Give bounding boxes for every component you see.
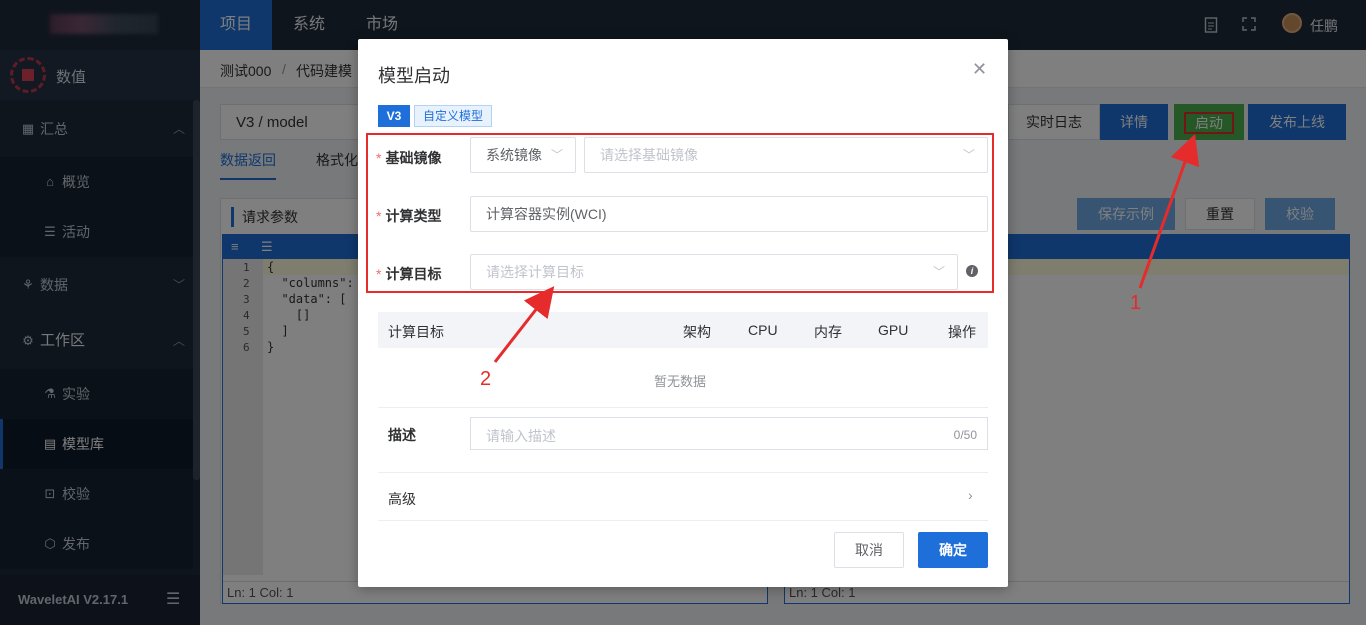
compute-target-table-header: 计算目标 架构 CPU 内存 GPU 操作 — [378, 312, 988, 348]
column-header: CPU — [748, 322, 778, 338]
close-icon[interactable]: ✕ — [972, 59, 987, 80]
compute-target-label: * 计算目标 — [376, 266, 442, 282]
chevron-down-icon: ﹀ — [550, 148, 563, 162]
column-header: 计算目标 — [388, 324, 444, 340]
compute-type-field[interactable]: 计算容器实例(WCI) — [470, 196, 988, 232]
advanced-label[interactable]: 高级 — [388, 489, 416, 509]
dialog-title: 模型启动 — [378, 66, 450, 86]
base-image-label: * 基础镜像 — [376, 150, 442, 166]
compute-type-label: * 计算类型 — [376, 208, 442, 224]
divider — [378, 472, 988, 473]
custom-model-tag: 自定义模型 — [414, 105, 492, 127]
version-tag: V3 — [378, 105, 410, 127]
model-launch-dialog: 模型启动 ✕ V3 自定义模型 * 基础镜像 系统镜像 ﹀ 请选择基础镜像 ﹀ *… — [358, 39, 1008, 587]
column-header: 操作 — [948, 324, 976, 340]
description-textarea[interactable]: 请输入描述 0/50 — [470, 417, 988, 450]
empty-state: 暂无数据 — [654, 374, 707, 389]
divider — [378, 520, 988, 521]
annotation-label-2: 2 — [480, 368, 492, 390]
description-label: 描述 — [388, 427, 416, 443]
compute-target-select[interactable]: 请选择计算目标 ﹀ — [470, 254, 958, 290]
divider — [378, 407, 988, 408]
chevron-down-icon: ﹀ — [932, 265, 945, 279]
confirm-button[interactable]: 确定 — [918, 532, 988, 568]
column-header: 架构 — [683, 324, 711, 340]
image-type-select[interactable]: 系统镜像 ﹀ — [470, 137, 576, 173]
base-image-select[interactable]: 请选择基础镜像 ﹀ — [584, 137, 988, 173]
char-counter: 0/50 — [953, 428, 977, 442]
cancel-button[interactable]: 取消 — [834, 532, 904, 568]
chevron-down-icon: ﹀ — [962, 148, 975, 162]
annotation-label-1: 1 — [1130, 292, 1142, 314]
column-header: GPU — [878, 322, 909, 338]
column-header: 内存 — [814, 324, 842, 340]
info-icon[interactable]: i — [966, 265, 978, 277]
chevron-right-icon[interactable]: › — [968, 487, 973, 503]
